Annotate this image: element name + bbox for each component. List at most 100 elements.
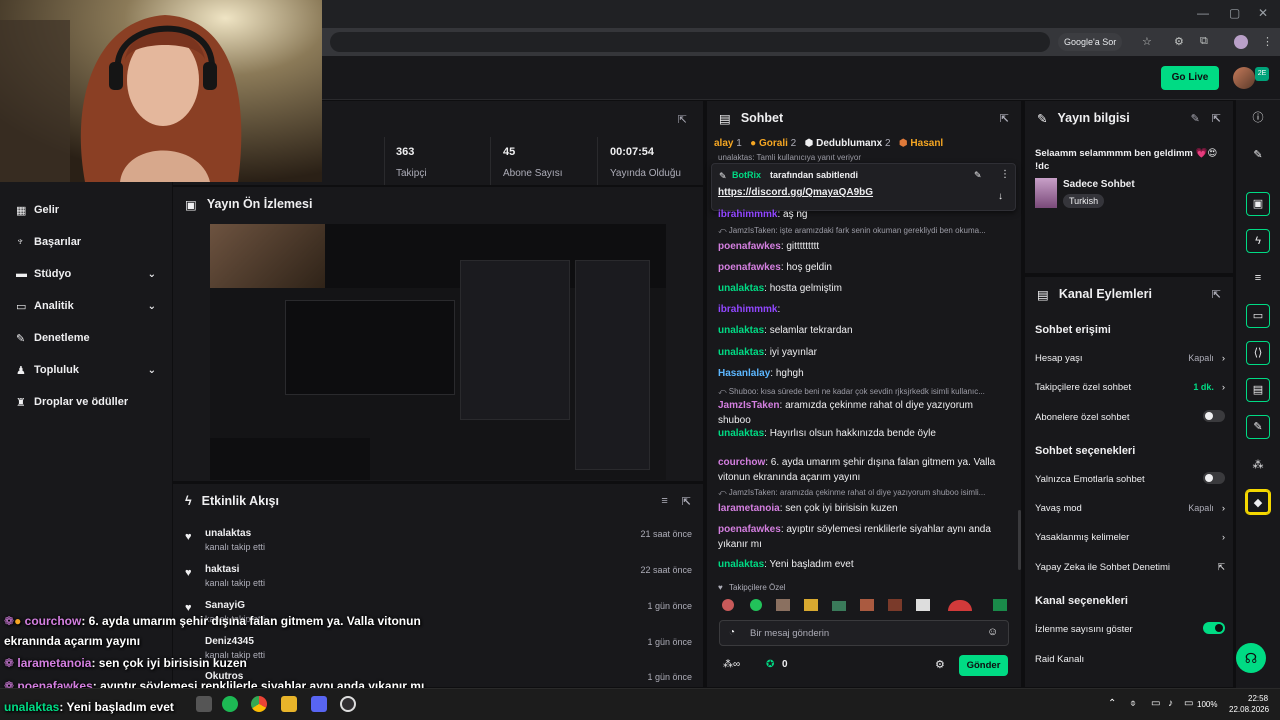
category-name[interactable]: Sadece Sohbet	[1063, 179, 1135, 190]
emote-icon[interactable]	[948, 600, 972, 611]
taskbar-app-icon[interactable]	[196, 696, 212, 712]
chat-username[interactable]: courchow	[718, 457, 765, 468]
pinned-link[interactable]: https://discord.gg/QmayaQA9bG	[718, 187, 873, 198]
chat-username[interactable]: poenafawkes	[718, 241, 781, 252]
popout-icon[interactable]: ⇱	[1212, 288, 1221, 301]
chat-username[interactable]: ibrahimmmk	[718, 209, 777, 220]
chat-username[interactable]: unalaktas	[718, 283, 764, 294]
account-age-row[interactable]: Hesap yaşı Kapalı ›	[1035, 350, 1225, 366]
chat-icon[interactable]: ▭	[1246, 304, 1270, 328]
help-button[interactable]: ☊	[1236, 643, 1266, 673]
gear-icon[interactable]: ⚙	[935, 658, 945, 671]
chat-message[interactable]: courchow: 6. ayda umarım şehir dışına fa…	[718, 455, 1008, 485]
chat-leaderboard[interactable]: alay 1 ● Gorali 2 ⬢ Dedublumanx 2 ⬢ Hasa…	[714, 138, 1019, 154]
chat-username[interactable]: larametanoia	[718, 503, 780, 514]
lightning-icon[interactable]: ϟ	[1246, 229, 1270, 253]
ai-moderation-row[interactable]: Yapay Zeka ile Sohbet Denetimi ⇱	[1035, 559, 1225, 575]
popout-icon[interactable]: ⇱	[1212, 112, 1221, 125]
emote-bar[interactable]	[718, 597, 1010, 613]
popout-icon[interactable]: ⇱	[682, 495, 691, 508]
chat-username[interactable]: poenafawkes	[718, 524, 781, 535]
raid-channel-row[interactable]: Raid Kanalı	[1035, 651, 1225, 667]
sidebar-item-basarilar[interactable]: ♆ Başarılar	[16, 232, 156, 252]
chevron-up-icon[interactable]: ⌃	[1108, 698, 1116, 709]
slow-mode-row[interactable]: Yavaş mod Kapalı ›	[1035, 500, 1225, 516]
puzzle-icon[interactable]: ⧉	[1200, 35, 1208, 48]
list-icon[interactable]: ≡	[1246, 266, 1270, 290]
avatar[interactable]	[1233, 67, 1255, 89]
chat-message[interactable]: unalaktas: Yeni başladım evet	[718, 557, 1008, 572]
chat-message[interactable]: unalaktas: iyi yayınlar	[718, 345, 1008, 360]
chat-username[interactable]: unalaktas	[718, 347, 764, 358]
chat-scrollbar[interactable]	[1018, 510, 1021, 570]
go-live-button[interactable]: Go Live	[1161, 66, 1219, 90]
chat-message[interactable]: unalaktas: Hayırlısı olsun hakkınızda be…	[718, 426, 1008, 441]
emote-icon[interactable]	[776, 599, 790, 611]
chat-message[interactable]: Hasanlalay: hghgh	[718, 366, 1008, 381]
code-icon[interactable]: ⟨⟩	[1246, 341, 1270, 365]
media-icon[interactable]: ▤	[1246, 378, 1270, 402]
popout-icon[interactable]: ⇱	[1000, 112, 1009, 125]
url-input[interactable]	[330, 32, 1050, 52]
pinned-message[interactable]: ✎ BotRix tarafından sabitlendi ✎ ⋮ https…	[711, 163, 1016, 211]
followers-only-row[interactable]: Takipçilere özel sohbet 1 dk. ›	[1035, 379, 1225, 395]
chat-message[interactable]: JamzIsTaken: aramızda çekinme rahat ol d…	[718, 398, 1008, 428]
sidebar-item-studyo[interactable]: ▬ Stüdyo ⌄	[16, 264, 156, 284]
stream-preview[interactable]	[210, 224, 666, 480]
subscribers-only-row[interactable]: Abonelere özel sohbet	[1035, 409, 1225, 425]
emote-icon[interactable]	[832, 601, 846, 611]
chat-username[interactable]: Hasanlalay	[718, 368, 770, 379]
viewers-icon[interactable]: ⁂∞	[723, 659, 740, 670]
activity-name[interactable]: Deniz4345	[205, 636, 254, 647]
chat-input[interactable]: ◔ Bir mesaj gönderin ☺	[719, 620, 1009, 646]
chat-message[interactable]: poenafawkes: ayıptır söylemesi renkliler…	[718, 522, 1008, 552]
chat-message[interactable]: ibrahimmmk:	[718, 302, 1008, 317]
emote-only-toggle[interactable]	[1203, 472, 1225, 484]
chat-username[interactable]: poenafawkes	[718, 262, 781, 273]
emote-icon[interactable]	[916, 599, 930, 611]
emote-only-row[interactable]: Yalnızca Emotlarla sohbet	[1035, 471, 1225, 487]
close-icon[interactable]: ✕	[1258, 6, 1268, 20]
sidebar-item-gelir[interactable]: ▦ Gelir	[16, 200, 156, 220]
volume-icon[interactable]: ♪	[1168, 698, 1173, 709]
minimize-icon[interactable]: —	[1197, 6, 1209, 20]
google-sor-button[interactable]: Google'a Sor	[1058, 33, 1123, 51]
tag-chip[interactable]: Turkish	[1063, 194, 1105, 208]
chrome-icon[interactable]	[251, 696, 267, 712]
kebab-menu-icon[interactable]: ⋮	[1000, 169, 1010, 180]
network-icon[interactable]: ▭	[1151, 698, 1160, 709]
chat-message[interactable]: ibrahimmmk: aş ng	[718, 207, 1008, 222]
maximize-icon[interactable]: ▢	[1229, 6, 1240, 20]
kebab-menu-icon[interactable]: ⋮	[1262, 35, 1273, 48]
chat-username[interactable]: unalaktas	[718, 325, 764, 336]
sidebar-item-denetleme[interactable]: ✎ Denetleme	[16, 328, 156, 348]
chevron-down-icon[interactable]: ↓	[998, 191, 1003, 202]
unpin-icon[interactable]: ✎	[974, 170, 982, 181]
show-viewcount-row[interactable]: İzlenme sayısını göster	[1035, 621, 1225, 637]
chat-username[interactable]: ibrahimmmk	[718, 304, 777, 315]
info-icon[interactable]: ⓘ	[1246, 106, 1270, 130]
emote-icon[interactable]	[804, 599, 818, 611]
sidebar-item-droplar[interactable]: ♜ Droplar ve ödüller	[16, 392, 156, 412]
clock-date[interactable]: 22.08.2026	[1229, 705, 1269, 714]
emote-icon[interactable]	[888, 599, 902, 611]
clock-time[interactable]: 22:58	[1248, 694, 1268, 703]
chat-username[interactable]: unalaktas	[718, 428, 764, 439]
activity-name[interactable]: haktasi	[205, 564, 239, 575]
mic-icon[interactable]: ⌽	[1130, 698, 1136, 709]
show-viewcount-toggle[interactable]	[1203, 622, 1225, 634]
extension-icon[interactable]: ⚙	[1174, 35, 1184, 48]
profile-icon[interactable]	[1234, 35, 1248, 49]
chat-message[interactable]: unalaktas: selamlar tekrardan	[718, 323, 1008, 338]
community-icon[interactable]: ⁂	[1246, 453, 1270, 477]
battery-icon[interactable]: ▭	[1184, 698, 1193, 709]
chat-message[interactable]: poenafawkes: gittttttttt	[718, 239, 1008, 254]
filter-icon[interactable]: ≡	[661, 495, 667, 507]
chat-username[interactable]: JamzIsTaken	[718, 400, 780, 411]
chat-message[interactable]: unalaktas: hostta gelmiştim	[718, 281, 1008, 296]
folder-icon[interactable]	[281, 696, 297, 712]
chat-message[interactable]: poenafawkes: hoş geldin	[718, 260, 1008, 275]
activity-name[interactable]: unalaktas	[205, 528, 251, 539]
discord-icon[interactable]	[311, 696, 327, 712]
banned-words-row[interactable]: Yasaklanmış kelimeler ›	[1035, 529, 1225, 545]
